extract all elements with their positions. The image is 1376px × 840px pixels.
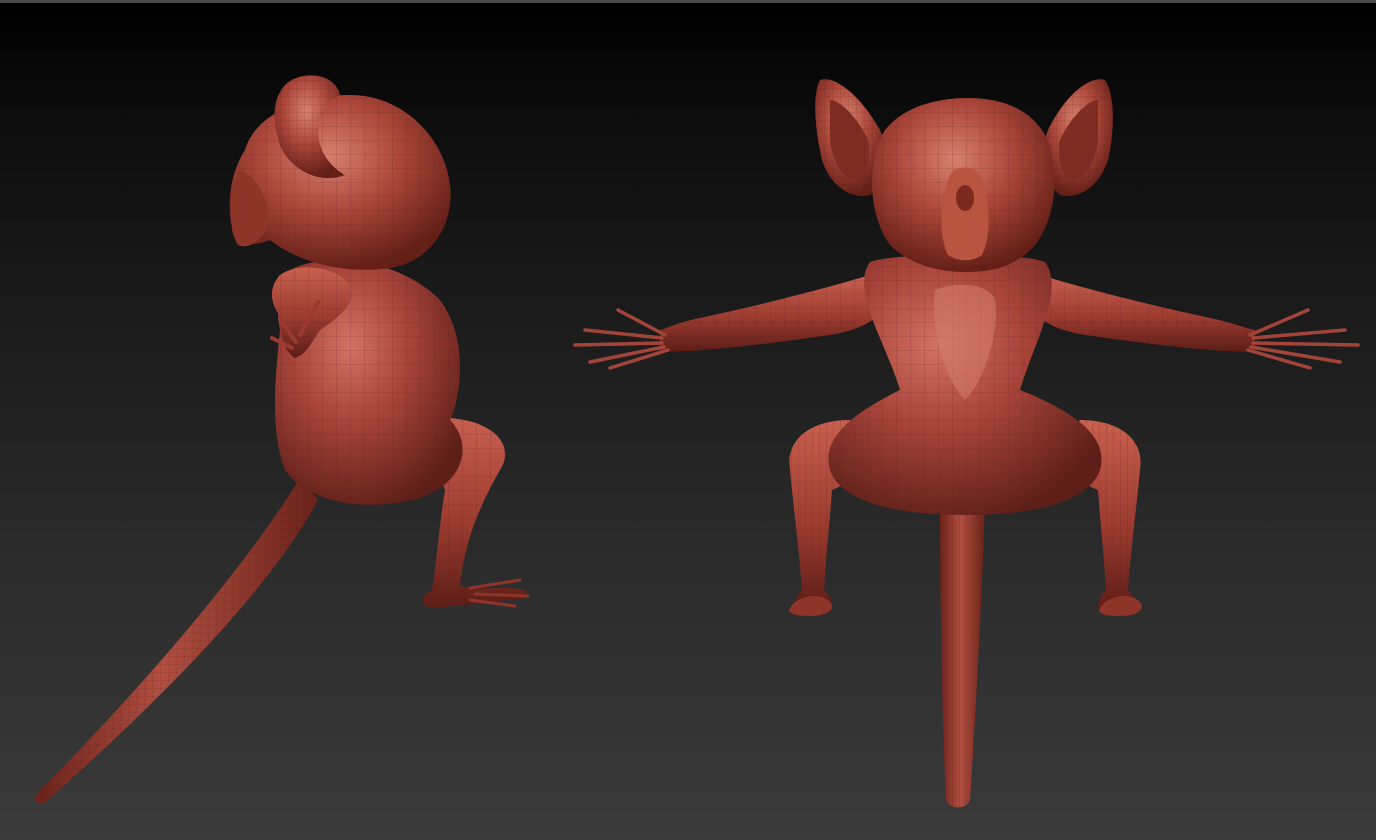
side-tail <box>35 478 319 804</box>
sculpt-viewport[interactable] <box>0 0 1376 840</box>
side-head <box>229 95 451 270</box>
scene-canvas[interactable] <box>0 0 1376 840</box>
front-view-model[interactable] <box>573 79 1360 808</box>
front-left-arm <box>573 275 890 370</box>
front-head <box>872 98 1055 272</box>
front-right-arm <box>1025 275 1360 370</box>
front-tail <box>940 500 985 808</box>
side-view-model[interactable] <box>35 75 530 804</box>
